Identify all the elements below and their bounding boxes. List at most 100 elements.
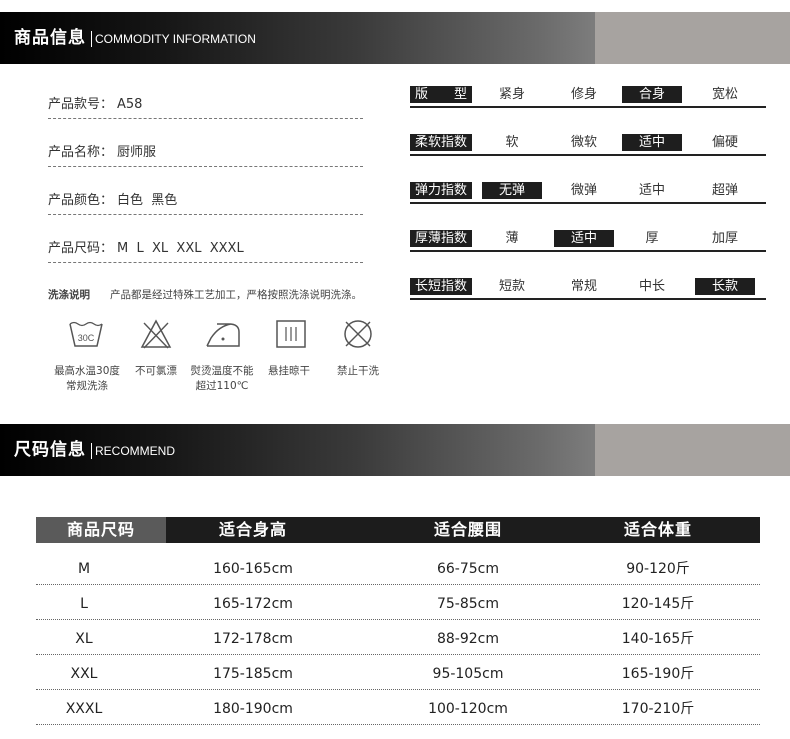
table-cell: 172-178cm <box>213 631 293 647</box>
param-name: 厚薄指数 <box>410 230 472 247</box>
caption-line: 熨烫温度不能 <box>190 365 254 377</box>
table-cell: 175-185cm <box>213 666 293 682</box>
header-cell: 适合腰围 <box>433 520 502 539</box>
header-cell: 适合体重 <box>623 520 692 539</box>
field-label: 产品尺码： <box>48 241 114 256</box>
caption-line: 悬挂晾干 <box>268 365 310 377</box>
table-cell: 88-92cm <box>436 631 499 647</box>
param-row: 长短指数 短款 常规 中长 长款 <box>410 278 766 300</box>
table-cell: 165-190斤 <box>621 666 695 682</box>
divider <box>91 31 92 47</box>
iron-icon <box>206 323 240 347</box>
divider <box>91 443 92 459</box>
param-name: 弹力指数 <box>410 182 472 199</box>
header-cell: 适合身高 <box>218 520 287 539</box>
param-option: 紧身 <box>498 87 525 102</box>
wash-note: 洗涤说明 产品都是经过特殊工艺加工，严格按照洗涤说明洗涤。 <box>48 287 362 302</box>
table-cell: 180-190cm <box>213 701 293 717</box>
table-cell: 75-85cm <box>436 596 499 612</box>
caption-line: 禁止干洗 <box>337 365 379 377</box>
no-dry-clean-icon <box>344 320 372 348</box>
caption-line: 常规洗涤 <box>66 380 108 392</box>
section-title: 商品信息 <box>14 28 86 48</box>
wash-caption: 最高水温30度 常规洗涤 <box>48 364 126 394</box>
table-cell: 90-120斤 <box>626 561 690 577</box>
size-table-body: M 160-165cm 66-75cm 90-120斤 L 165-172cm 75-85c… <box>36 543 760 725</box>
param-option: 薄 <box>505 231 519 246</box>
param-option: 常规 <box>570 279 597 294</box>
param-option: 厚 <box>645 231 659 246</box>
table-cell: 120-145斤 <box>621 596 695 612</box>
param-option: 偏硬 <box>711 135 738 150</box>
table-cell: 140-165斤 <box>621 631 695 647</box>
param-name: 版 型 <box>410 86 472 103</box>
table-row: M 160-165cm 66-75cm 90-120斤 <box>36 551 760 585</box>
table-cell: 100-120cm <box>428 701 508 717</box>
param-option: 短款 <box>498 279 525 294</box>
table-cell: XXL <box>70 666 98 682</box>
field-label: 产品颜色： <box>48 193 114 208</box>
table-row: L 165-172cm 75-85cm 120-145斤 <box>36 586 760 620</box>
header-cell: 商品尺码 <box>66 520 135 539</box>
table-cell: XL <box>75 631 93 647</box>
field-style-number: 产品款号： A58 <box>48 94 363 119</box>
table-cell: XXXL <box>65 701 103 717</box>
wash-title: 洗涤说明 <box>48 289 90 301</box>
section-subtitle: RECOMMEND <box>95 444 175 458</box>
param-row: 版 型 紧身 修身 合身 宽松 <box>410 86 766 108</box>
table-row: XXXL 180-190cm 100-120cm 170-210斤 <box>36 691 760 725</box>
field-product-name: 产品名称： 厨师服 <box>48 142 363 167</box>
field-value: 白色 黑色 <box>117 193 178 208</box>
wash-caption: 悬挂晾干 <box>260 364 318 379</box>
table-cell: 165-172cm <box>213 596 293 612</box>
hang-dry-icon <box>276 320 306 348</box>
param-option: 加厚 <box>711 231 738 246</box>
param-option: 宽松 <box>711 87 738 102</box>
param-option: 超弹 <box>711 183 738 198</box>
wash-caption: 熨烫温度不能 超过110℃ <box>186 364 258 394</box>
size-table: 商品尺码 适合身高 适合腰围 适合体重 M 160-165cm 66-75cm 90-… <box>36 517 760 726</box>
table-row: XL 172-178cm 88-92cm 140-165斤 <box>36 621 760 655</box>
field-value: M L XL XXL XXXL <box>117 241 244 256</box>
size-table-header: 商品尺码 适合身高 适合腰围 适合体重 <box>36 517 760 543</box>
wash-temp-text: 30C <box>78 333 95 343</box>
field-value: A58 <box>117 97 143 112</box>
table-cell: 170-210斤 <box>621 701 695 717</box>
table-cell: 160-165cm <box>213 561 293 577</box>
param-option: 微软 <box>570 135 597 150</box>
table-cell: L <box>80 596 88 612</box>
table-row: XXL 175-185cm 95-105cm 165-190斤 <box>36 656 760 690</box>
param-option: 修身 <box>570 87 597 102</box>
param-option: 微弹 <box>570 183 597 198</box>
commodity-info-header: 商品信息 COMMODITY INFORMATION <box>0 12 790 64</box>
caption-line: 不可氯漂 <box>135 365 177 377</box>
param-name: 柔软指数 <box>410 134 472 151</box>
table-cell: 66-75cm <box>436 561 499 577</box>
caption-line: 超过110℃ <box>195 380 249 392</box>
wash-note-text: 产品都是经过特殊工艺加工，严格按照洗涤说明洗涤。 <box>110 289 362 301</box>
field-product-size: 产品尺码： M L XL XXL XXXL <box>48 238 363 263</box>
header-gray-block <box>595 12 790 64</box>
section-title: 尺码信息 <box>14 440 86 460</box>
param-option: 适中 <box>638 183 665 198</box>
param-option-selected: 无弹 <box>482 182 542 199</box>
param-option-selected: 合身 <box>622 86 682 103</box>
field-value: 厨师服 <box>117 145 157 160</box>
no-bleach-icon <box>140 319 172 349</box>
header-gray-block <box>595 424 790 476</box>
param-row: 厚薄指数 薄 适中 厚 加厚 <box>410 230 766 252</box>
param-option-selected: 长款 <box>695 278 755 295</box>
wash-30-icon: 30C <box>69 321 103 347</box>
param-option-selected: 适中 <box>622 134 682 151</box>
wash-caption: 禁止干洗 <box>328 364 388 379</box>
caption-line: 最高水温30度 <box>54 365 120 377</box>
wash-caption: 不可氯漂 <box>126 364 186 379</box>
table-cell: 95-105cm <box>432 666 504 682</box>
param-row: 柔软指数 软 微软 适中 偏硬 <box>410 134 766 156</box>
param-option: 软 <box>505 135 519 150</box>
table-cell: M <box>77 561 91 577</box>
field-label: 产品款号： <box>48 97 114 112</box>
param-option-selected: 适中 <box>554 230 614 247</box>
field-product-color: 产品颜色： 白色 黑色 <box>48 190 363 215</box>
section-subtitle: COMMODITY INFORMATION <box>95 32 256 46</box>
